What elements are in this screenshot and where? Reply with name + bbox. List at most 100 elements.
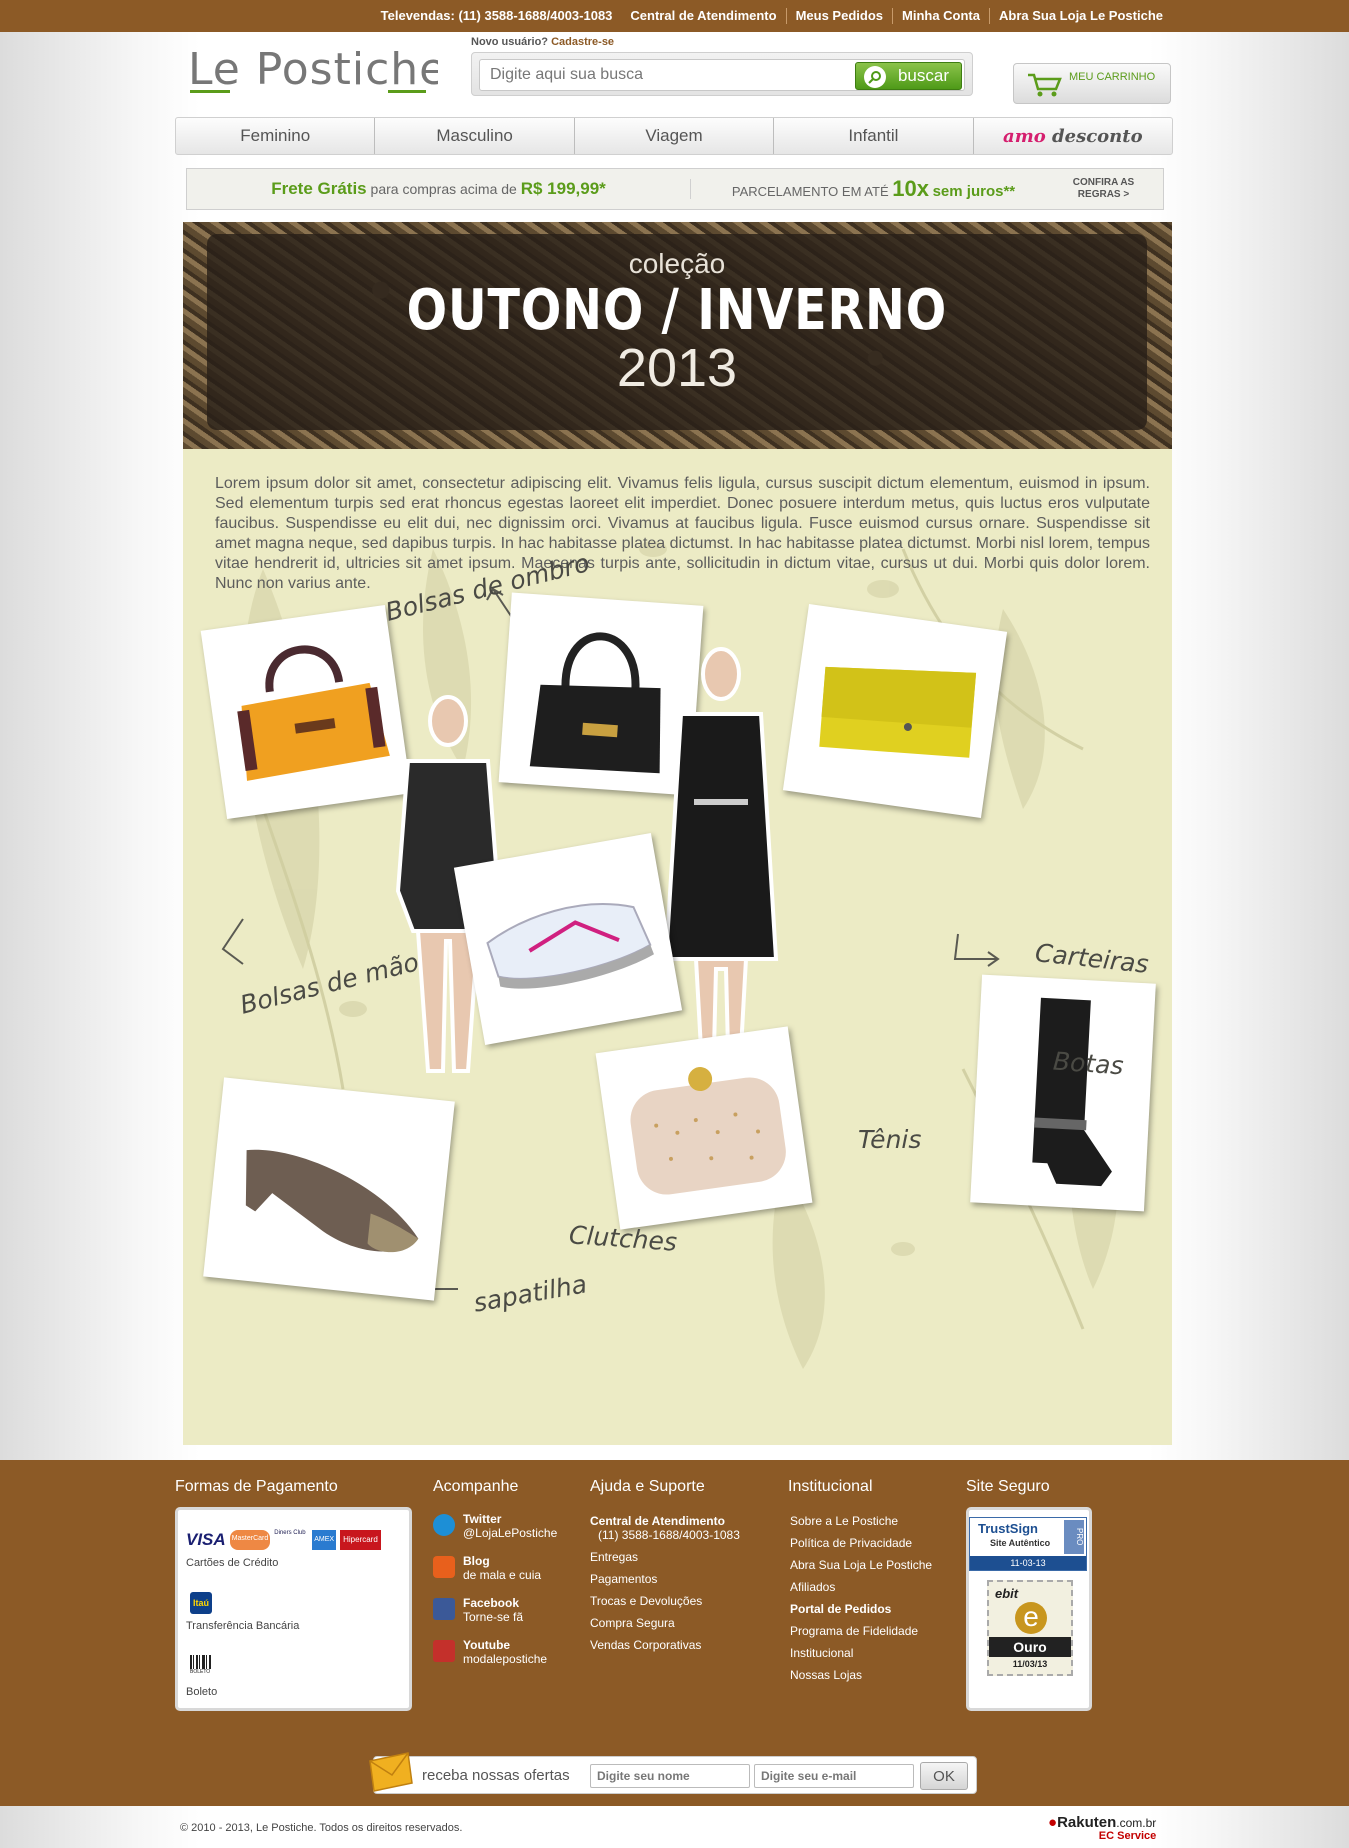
- newsletter-name-input[interactable]: [590, 1764, 750, 1788]
- nav-item-viagem[interactable]: Viagem: [575, 118, 775, 154]
- inst-afiliados[interactable]: Afiliados: [790, 1579, 835, 1595]
- amo-prefix: amo: [1003, 125, 1046, 147]
- search-button-label: buscar: [897, 66, 949, 85]
- nav-item-amo-desconto[interactable]: amo desconto: [974, 118, 1172, 154]
- inst-portal-pedidos[interactable]: Portal de Pedidos: [790, 1601, 891, 1617]
- parcelamento-banner: PARCELAMENTO EM ATÉ 10x sem juros**: [691, 176, 1056, 202]
- blog-title: Blog: [463, 1554, 490, 1568]
- botas-card[interactable]: [970, 974, 1156, 1212]
- youtube-title: Youtube: [463, 1638, 511, 1652]
- blogger-icon: [433, 1556, 455, 1578]
- cart-icon: [1028, 73, 1062, 97]
- le-postiche-logo[interactable]: Le Postiche: [188, 42, 446, 98]
- search-button[interactable]: buscar: [855, 62, 962, 90]
- sneaker-image: [486, 903, 654, 989]
- nav-item-masculino[interactable]: Masculino: [375, 118, 575, 154]
- carteiras-card[interactable]: [782, 603, 1008, 819]
- minha-conta-link[interactable]: Minha Conta: [892, 8, 989, 24]
- boleto-icon-label: BOLETO: [190, 1669, 211, 1675]
- ajuda-pagamentos[interactable]: Pagamentos: [590, 1571, 657, 1587]
- amo-suffix: desconto: [1052, 125, 1143, 147]
- inst-privacidade[interactable]: Política de Privacidade: [790, 1535, 912, 1551]
- trustsign-date: 11-03-13: [970, 1556, 1086, 1570]
- barcode-icon: BOLETO: [190, 1655, 212, 1675]
- inst-fidelidade[interactable]: Programa de Fidelidade: [790, 1623, 918, 1639]
- footer-title-ajuda: Ajuda e Suporte: [590, 1478, 705, 1495]
- ajuda-compra-segura[interactable]: Compra Segura: [590, 1615, 675, 1631]
- nav-item-feminino[interactable]: Feminino: [176, 118, 376, 154]
- copyright-text: © 2010 - 2013, Le Postiche. Todos os dir…: [180, 1822, 463, 1834]
- footer-title-institucional: Institucional: [788, 1478, 873, 1495]
- ajuda-entregas[interactable]: Entregas: [590, 1549, 638, 1565]
- meus-pedidos-link[interactable]: Meus Pedidos: [785, 8, 892, 24]
- newsletter-email-input[interactable]: [754, 1764, 914, 1788]
- logo-text: Le Postiche: [188, 44, 438, 95]
- trustsign-badge[interactable]: TrustSign Site Autêntico PRO 11-03-13: [969, 1517, 1087, 1571]
- rakuten-logo[interactable]: ●Rakuten.com.br EC Service: [1048, 1814, 1157, 1842]
- itau-logo: Itaú: [190, 1592, 212, 1614]
- frete-gratis-text: para compras acima de: [370, 181, 517, 197]
- trustsign-sub: Site Autêntico: [990, 1538, 1051, 1548]
- bolsas-de-mao-card[interactable]: [200, 604, 412, 820]
- payment-box: VISA MasterCard Diners Club AMEX Hiperca…: [175, 1507, 412, 1711]
- main-nav: Feminino Masculino Viagem Infantil amo d…: [175, 117, 1173, 155]
- facebook-title: Facebook: [463, 1596, 520, 1610]
- tenis-card[interactable]: [453, 833, 683, 1045]
- rakuten-name: Rakuten: [1057, 1814, 1117, 1831]
- boot-image: [1032, 997, 1112, 1187]
- collection-content: Lorem ipsum dolor sit amet, consectetur …: [183, 449, 1172, 1445]
- cartoes-de-credito-label: Cartões de Crédito: [186, 1557, 279, 1569]
- rakuten-domain: .com.br: [1116, 1816, 1157, 1830]
- inst-nossas-lojas[interactable]: Nossas Lojas: [790, 1667, 862, 1683]
- parcelamento-10x: 10x: [892, 176, 929, 201]
- top-bar: Televendas: (11) 3588-1688/4003-1083 Cen…: [0, 0, 1349, 32]
- site-seguro-box: TrustSign Site Autêntico PRO 11-03-13 eb…: [966, 1507, 1092, 1711]
- nav-item-infantil[interactable]: Infantil: [774, 118, 974, 154]
- clutches-card[interactable]: [595, 1026, 813, 1230]
- facebook-sub: Torne-se fã: [463, 1610, 524, 1624]
- newsletter-ok-button[interactable]: OK: [920, 1762, 968, 1790]
- hero-banner: coleção OUTONO / INVERNO 2013: [183, 222, 1172, 449]
- hero-colecao: coleção: [628, 248, 726, 279]
- ebit-badge[interactable]: ebit e Ouro 11/03/13: [987, 1580, 1073, 1676]
- ebit-e-icon: e: [1015, 1602, 1047, 1634]
- twitter-sub: @LojaLePostiche: [463, 1526, 558, 1540]
- cart-button[interactable]: MEU CARRINHO: [1013, 63, 1171, 104]
- footer: Formas de Pagamento Acompanhe Ajuda e Su…: [0, 1460, 1349, 1806]
- envelope-icon: [369, 1752, 413, 1792]
- central-atendimento-link[interactable]: Central de Atendimento: [621, 8, 785, 24]
- frete-gratis-value: R$ 199,99*: [520, 179, 606, 198]
- cadastre-link[interactable]: Cadastre-se: [551, 36, 614, 48]
- newsletter-bar: receba nossas ofertas OK: [369, 1752, 977, 1794]
- trustsign-title: TrustSign: [978, 1521, 1038, 1536]
- promo-banner: Frete Grátis para compras acima de R$ 19…: [186, 168, 1164, 210]
- youtube-sub: modalepostiche: [463, 1652, 548, 1666]
- footer-title-site-seguro: Site Seguro: [966, 1478, 1050, 1495]
- trustsign-pro: PRO: [1064, 1520, 1084, 1554]
- twitter-title: Twitter: [463, 1512, 502, 1526]
- ajuda-central-phone: (11) 3588-1688/4003-1083: [598, 1528, 740, 1542]
- credit-card-logos: VISA MasterCard Diners Club AMEX Hiperca…: [186, 1530, 381, 1550]
- inst-sobre[interactable]: Sobre a Le Postiche: [790, 1513, 898, 1529]
- orange-handbag-image: [237, 645, 390, 781]
- confira-regras-link[interactable]: CONFIRA AS REGRAS >: [1056, 177, 1151, 201]
- ebit-ouro: Ouro: [989, 1637, 1071, 1657]
- hipercard-logo: Hipercard: [340, 1530, 381, 1550]
- sapatilha-card[interactable]: [203, 1077, 455, 1301]
- abra-sua-loja-link[interactable]: Abra Sua Loja Le Postiche: [989, 8, 1172, 24]
- search-icon: [864, 66, 886, 88]
- yellow-wallet-image: [819, 666, 977, 758]
- blog-sub: de mala e cuia: [463, 1568, 542, 1582]
- ajuda-vendas-corporativas[interactable]: Vendas Corporativas: [590, 1637, 701, 1653]
- inst-institucional[interactable]: Institucional: [790, 1645, 853, 1661]
- footer-title-acompanhe: Acompanhe: [433, 1478, 519, 1495]
- hero-overlay: coleção OUTONO / INVERNO 2013: [207, 234, 1147, 430]
- ajuda-trocas-devolucoes[interactable]: Trocas e Devoluções: [590, 1593, 702, 1609]
- televendas-text: Televendas: (11) 3588-1688/4003-1083: [380, 8, 613, 23]
- facebook-icon: [433, 1598, 455, 1620]
- collection-description: Lorem ipsum dolor sit amet, consectetur …: [215, 475, 1150, 592]
- inst-abra-loja[interactable]: Abra Sua Loja Le Postiche: [790, 1557, 932, 1573]
- youtube-icon: [433, 1640, 455, 1662]
- transferencia-bancaria-label: Transferência Bancária: [186, 1620, 300, 1632]
- hero-year: 2013: [616, 338, 738, 398]
